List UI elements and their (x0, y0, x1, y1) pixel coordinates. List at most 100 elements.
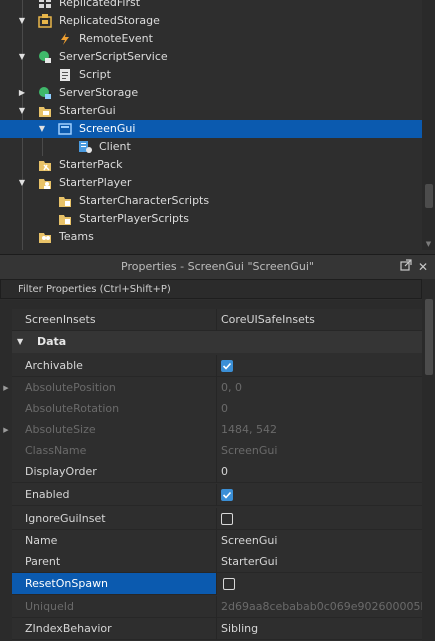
property-row-class-name[interactable]: ClassName ScreenGui (12, 440, 422, 462)
property-name: AbsolutePosition (25, 381, 116, 394)
tree-item-label: StarterPlayer (59, 176, 132, 189)
property-row-enabled[interactable]: Enabled (12, 484, 422, 506)
property-row-screen-insets[interactable]: ScreenInsets CoreUISafeInsets (12, 309, 422, 331)
properties-title: Properties - ScreenGui "ScreenGui" (121, 260, 314, 273)
property-row-ignore-gui-inset[interactable]: IgnoreGuiInset (12, 508, 422, 530)
property-row-unique-id[interactable]: UniqueId 2d69aa8cebabab0c069e902600005b0… (12, 596, 422, 618)
tree-item-starter-gui[interactable]: ▼ StarterGui (0, 102, 422, 120)
server-script-service-icon (38, 50, 52, 64)
property-row-archivable[interactable]: Archivable (12, 355, 422, 377)
checkbox-checked[interactable] (221, 489, 233, 501)
column-divider (216, 419, 217, 441)
script-icon (58, 68, 72, 82)
property-value[interactable]: ScreenGui (221, 530, 422, 552)
replicated-first-icon (38, 0, 52, 10)
property-row-absolute-rotation[interactable]: AbsoluteRotation 0 (12, 398, 422, 420)
property-value (221, 508, 422, 530)
column-divider (216, 551, 217, 573)
tree-item-server-storage[interactable]: ▶ ServerStorage (0, 84, 422, 102)
column-divider (216, 484, 217, 506)
checkbox-unchecked[interactable] (223, 578, 235, 590)
tree-item-replicated-storage[interactable]: ▼ ReplicatedStorage (0, 12, 422, 30)
property-value[interactable]: CoreUISafeInsets (221, 309, 422, 331)
chevron-down-icon[interactable]: ▼ (38, 120, 46, 138)
chevron-down-icon[interactable]: ▼ (18, 12, 26, 30)
starter-player-icon (38, 176, 52, 190)
tree-item-label: ServerScriptService (59, 50, 168, 63)
chevron-down-icon[interactable]: ▼ (17, 331, 23, 353)
scrollbar-thumb[interactable] (425, 299, 433, 375)
column-divider (216, 309, 217, 331)
scrollbar-thumb[interactable] (425, 184, 433, 208)
section-header-data[interactable]: ▼ Data (12, 331, 422, 353)
property-row-absolute-size[interactable]: ▶ AbsoluteSize 1484, 542 (3, 419, 422, 441)
starter-pack-icon (38, 158, 52, 172)
property-value: 1484, 542 (221, 423, 277, 436)
tree-item-screen-gui[interactable]: ▼ ScreenGui (0, 120, 422, 138)
tree-item-replicated-first[interactable]: ReplicatedFirst (0, 0, 422, 12)
properties-gap (0, 300, 422, 309)
property-name: UniqueId (25, 600, 75, 613)
tree-item-client[interactable]: Client (0, 138, 422, 156)
tree-item-starter-player[interactable]: ▼ StarterPlayer (0, 174, 422, 192)
tree-item-label: ReplicatedStorage (59, 14, 160, 27)
column-divider (216, 355, 217, 377)
chevron-right-icon[interactable]: ▶ (18, 84, 26, 102)
property-value: 0 (221, 402, 228, 415)
property-row-name[interactable]: Name ScreenGui (12, 530, 422, 552)
teams-icon (38, 230, 52, 244)
property-value (217, 573, 422, 595)
property-value[interactable]: 0 (221, 461, 422, 483)
undock-icon[interactable] (399, 259, 413, 275)
section-title: Data (37, 335, 67, 348)
chevron-down-icon[interactable]: ▼ (18, 102, 26, 120)
property-value: 2d69aa8cebabab0c069e902600005b0f (221, 600, 422, 613)
replicated-storage-icon (38, 14, 52, 28)
property-name: Name (25, 534, 58, 547)
property-name: AbsoluteSize (25, 423, 96, 436)
tree-item-starter-pack[interactable]: StarterPack (0, 156, 422, 174)
checkbox-unchecked[interactable] (221, 513, 233, 525)
tree-item-script[interactable]: Script (0, 66, 422, 84)
explorer-panel: ReplicatedFirst ▼ ReplicatedStorage Remo… (0, 0, 435, 250)
tree-item-starter-player-scripts[interactable]: StarterPlayerScripts (0, 210, 422, 228)
tree-item-starter-character-scripts[interactable]: StarterCharacterScripts (0, 192, 422, 210)
properties-gutter (0, 309, 12, 641)
chevron-down-icon[interactable]: ▼ (18, 48, 26, 66)
chevron-down-icon[interactable]: ▼ (18, 174, 26, 192)
property-row-zindex-behavior[interactable]: ZIndexBehavior Sibling (12, 618, 422, 640)
tree-item-server-script-service[interactable]: ▼ ServerScriptService (0, 48, 422, 66)
property-row-absolute-position[interactable]: ▶ AbsolutePosition 0, 0 (3, 377, 422, 399)
property-name: DisplayOrder (25, 465, 97, 478)
checkbox-checked[interactable] (221, 360, 233, 372)
filter-properties-field[interactable] (0, 279, 422, 299)
property-row-display-order[interactable]: DisplayOrder 0 (12, 461, 422, 483)
filter-properties-input[interactable] (1, 280, 421, 298)
tree-item-label: ServerStorage (59, 86, 139, 99)
properties-scrollbar[interactable] (422, 279, 435, 641)
property-name: ClassName (25, 444, 87, 457)
property-name: ZIndexBehavior (25, 622, 112, 635)
property-name: Enabled (25, 488, 70, 501)
explorer-scrollbar[interactable]: ▼ (422, 0, 435, 250)
tree-item-remote-event[interactable]: RemoteEvent (0, 30, 422, 48)
tree-item-label: ReplicatedFirst (59, 0, 141, 9)
property-value (221, 355, 422, 377)
tree-item-label: StarterGui (59, 104, 116, 117)
screen-gui-icon (58, 122, 72, 136)
property-row-reset-on-spawn[interactable]: ResetOnSpawn (12, 573, 422, 595)
scroll-down-icon[interactable]: ▼ (424, 240, 433, 248)
property-value[interactable]: StarterGui (221, 551, 422, 573)
close-icon[interactable]: ✕ (416, 259, 430, 275)
server-storage-icon (38, 86, 52, 100)
column-divider (216, 618, 217, 640)
property-name: Archivable (25, 359, 83, 372)
property-value[interactable]: Sibling (221, 618, 422, 640)
chevron-right-icon[interactable]: ▶ (2, 377, 10, 399)
property-row-parent[interactable]: Parent StarterGui (12, 551, 422, 573)
tree-item-teams[interactable]: Teams (0, 228, 422, 246)
starter-player-scripts-icon (58, 212, 72, 226)
tree-item-label: ScreenGui (79, 122, 136, 135)
column-divider (216, 377, 217, 399)
chevron-right-icon[interactable]: ▶ (2, 419, 10, 441)
